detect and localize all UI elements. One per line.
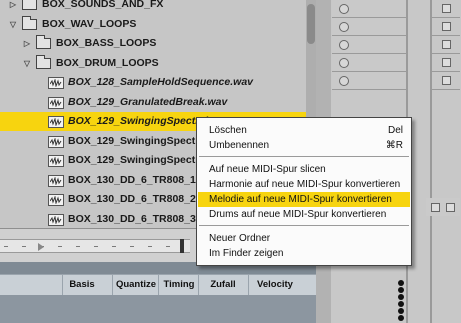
clip-slot[interactable] [332, 0, 406, 18]
scene-slot[interactable] [432, 36, 460, 54]
folder-label: BOX_SOUNDS_AND_FX [42, 0, 164, 10]
audio-file-icon [48, 77, 64, 89]
folder-label: BOX_DRUM_LOOPS [56, 56, 159, 69]
file-label: BOX_128_SampleHoldSequence.wav [68, 76, 253, 88]
clip-stop-button-icon[interactable] [339, 22, 349, 32]
groove-pool-area [0, 295, 316, 323]
scene-slot[interactable] [432, 18, 460, 36]
menu-item[interactable]: Melodie auf neue MIDI-Spur konvertieren [198, 192, 410, 207]
menu-item[interactable]: Auf neue MIDI-Spur slicen [198, 162, 410, 177]
file-label: BOX_129_SwingingSpectral [68, 154, 209, 166]
scene-launch-icon[interactable] [442, 4, 451, 13]
scene-slot[interactable] [432, 54, 460, 72]
collapse-triangle-icon[interactable]: ▽ [8, 15, 18, 34]
clip-slot[interactable] [332, 18, 406, 36]
file-label: BOX_130_DD_6_TR808_1.w [68, 173, 207, 186]
scene-launch-icon[interactable] [442, 58, 451, 67]
audio-file-icon [48, 135, 64, 148]
audio-file-icon [48, 174, 64, 187]
menu-item-label: Umbenennen [209, 140, 270, 151]
clip-slot[interactable] [332, 72, 406, 90]
browser-folder-row[interactable]: ▷ BOX_SOUNDS_AND_FX [0, 0, 306, 14]
menu-item-label: Neuer Ordner [209, 233, 271, 244]
folder-label: BOX_BASS_LOOPS [56, 37, 157, 49]
file-label: BOX_129_SwingingSpectral [68, 134, 209, 147]
file-label: BOX_130_DD_6_TR808_2.w [68, 193, 207, 205]
column-header-velocity[interactable]: Velocity [248, 275, 301, 295]
folder-icon [22, 15, 37, 30]
column-header-timing[interactable]: Timing [158, 275, 199, 295]
menu-item[interactable]: Neuer Ordner [198, 231, 410, 246]
preview-ticks-icon [4, 243, 170, 251]
column-header-quantize[interactable]: Quantize [112, 275, 159, 295]
audio-file-icon [48, 116, 64, 128]
menu-shortcut: Del [387, 125, 403, 136]
groove-column-header: Basis Quantize Timing Zufall Velocity [0, 274, 316, 296]
audio-file-icon [48, 96, 64, 109]
menu-item[interactable]: Harmonie auf neue MIDI-Spur konvertieren [198, 177, 410, 192]
stop-icon[interactable] [431, 203, 440, 212]
column-header-zufall[interactable]: Zufall [198, 275, 247, 295]
bottom-panel: Basis Quantize Timing Zufall Velocity [0, 262, 316, 323]
folder-icon [36, 35, 51, 49]
audio-file-icon [48, 194, 64, 206]
menu-item[interactable]: Drums auf neue MIDI-Spur konvertieren [198, 207, 410, 222]
clip-slot[interactable] [332, 36, 406, 54]
context-menu: Löschen Del Umbenennen ⌘R Auf neue MIDI-Spur… [196, 117, 412, 266]
browser-folder-row[interactable]: ▽ BOX_WAV_LOOPS [0, 15, 306, 34]
meter-segment [398, 308, 404, 314]
menu-separator [199, 225, 409, 226]
clip-stop-button-icon[interactable] [339, 76, 349, 86]
expand-triangle-icon[interactable]: ▷ [22, 34, 32, 53]
menu-item-label: Harmonie auf neue MIDI-Spur konvertieren [209, 179, 401, 190]
menu-item-label: Löschen [209, 125, 247, 136]
menu-shortcut: ⌘R [385, 140, 403, 151]
file-label: BOX_129_GranulatedBreak.wav [68, 95, 228, 108]
audio-file-icon [48, 213, 64, 226]
clip-slot[interactable] [332, 54, 406, 72]
stop-icon[interactable] [446, 203, 455, 212]
browser-file-row[interactable]: BOX_129_GranulatedBreak.wav [0, 93, 306, 112]
column-header-basis[interactable]: Basis [62, 275, 101, 295]
meter-segment [398, 315, 404, 321]
scene-slot[interactable] [432, 72, 460, 90]
folder-icon [36, 54, 51, 69]
meter-segment [398, 287, 404, 293]
meter-segment [398, 280, 404, 286]
preview-waveform-track[interactable] [0, 239, 190, 253]
scene-launch-icon[interactable] [442, 22, 451, 31]
menu-item-label: Auf neue MIDI-Spur slicen [209, 164, 326, 175]
scrollbar-thumb[interactable] [307, 4, 315, 44]
browser-file-row[interactable]: BOX_128_SampleHoldSequence.wav [0, 73, 306, 92]
menu-item[interactable]: Umbenennen ⌘R [198, 138, 410, 153]
clip-stop-button-icon[interactable] [339, 40, 349, 50]
menu-item-label: Im Finder zeigen [209, 248, 284, 259]
audio-file-icon [48, 155, 64, 167]
folder-label: BOX_WAV_LOOPS [42, 17, 137, 30]
level-meter [396, 280, 406, 323]
scene-launch-icon[interactable] [442, 40, 451, 49]
track-controls [426, 198, 460, 216]
meter-segment [398, 294, 404, 300]
menu-item[interactable]: Im Finder zeigen [198, 246, 410, 261]
folder-icon [22, 0, 37, 10]
clip-stop-button-icon[interactable] [339, 58, 349, 68]
menu-separator [199, 156, 409, 157]
meter-segment [398, 301, 404, 307]
scene-launch-icon[interactable] [442, 76, 451, 85]
menu-item[interactable]: Löschen Del [198, 123, 410, 138]
preview-playhead[interactable] [180, 239, 184, 253]
menu-item-label: Drums auf neue MIDI-Spur konvertieren [209, 209, 387, 220]
expand-triangle-icon[interactable]: ▷ [8, 0, 18, 14]
scene-slot[interactable] [432, 0, 460, 18]
browser-folder-row[interactable]: ▽ BOX_DRUM_LOOPS [0, 54, 306, 73]
clip-stop-button-icon[interactable] [339, 4, 349, 14]
browser-folder-row[interactable]: ▷ BOX_BASS_LOOPS [0, 34, 306, 53]
file-label: BOX_130_DD_6_TR808_3.w [68, 212, 207, 225]
collapse-triangle-icon[interactable]: ▽ [22, 54, 32, 73]
menu-item-label: Melodie auf neue MIDI-Spur konvertieren [209, 194, 392, 205]
